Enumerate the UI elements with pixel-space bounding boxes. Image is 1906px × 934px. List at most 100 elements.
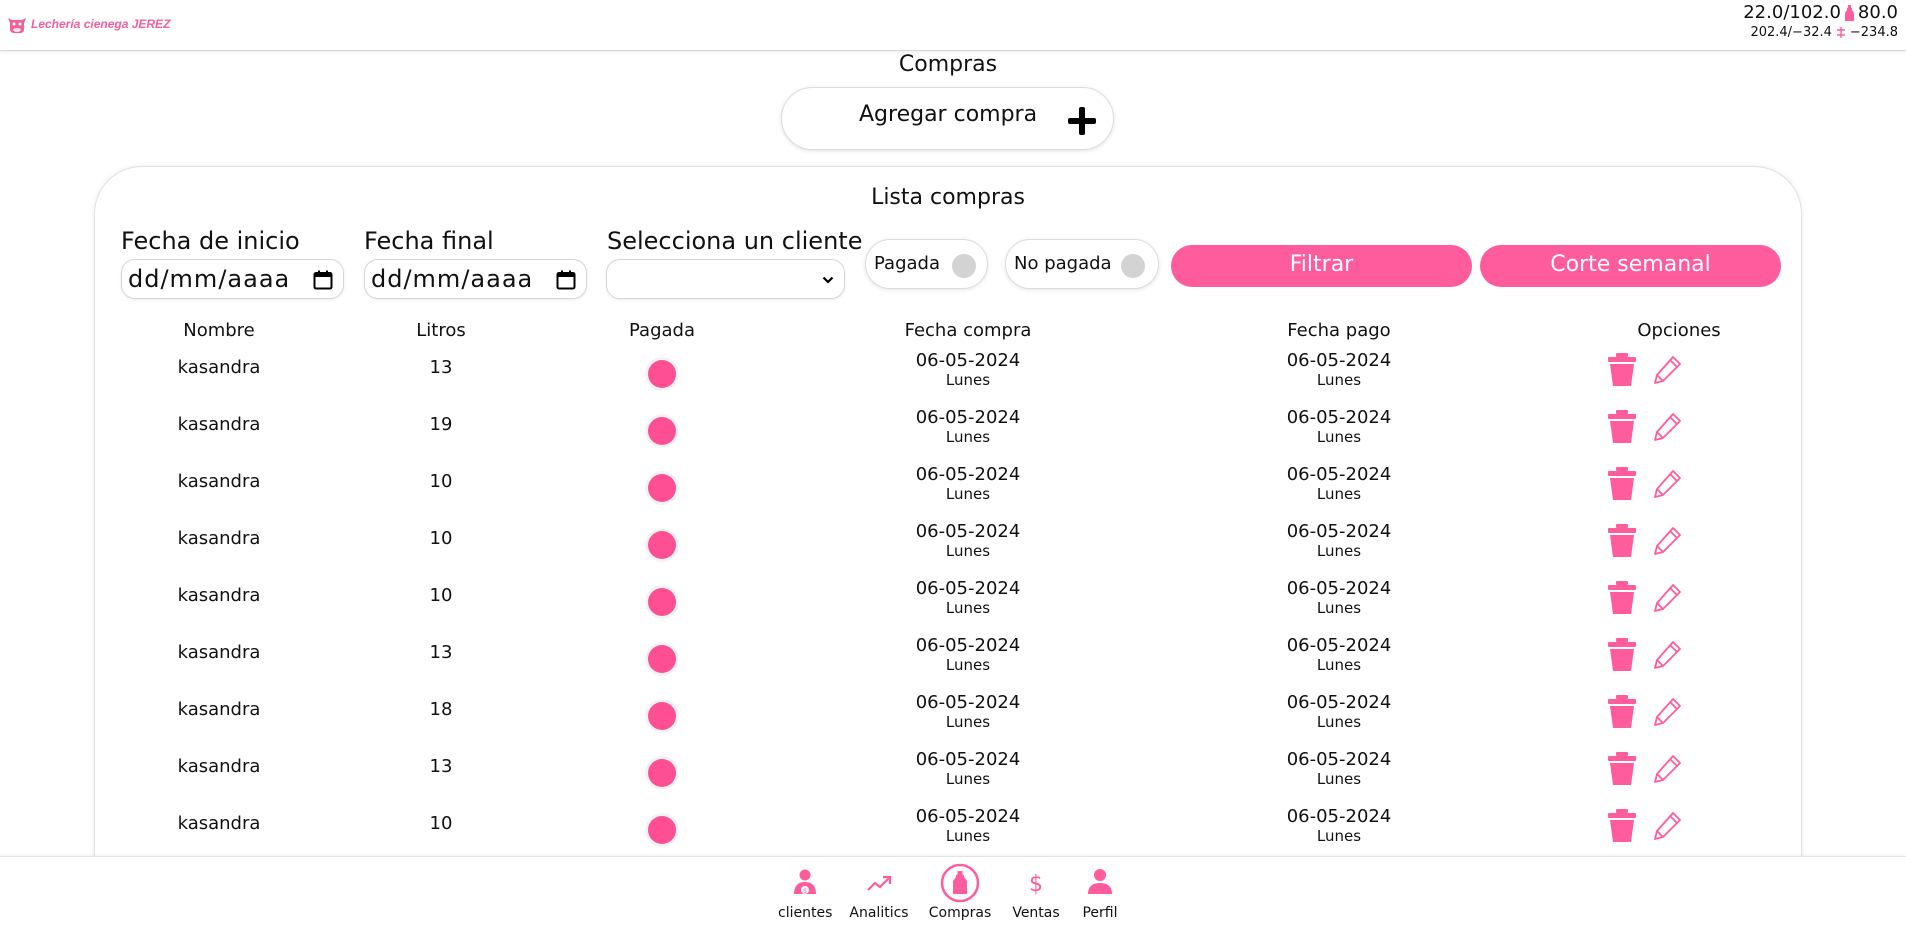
purchase-day: Lunes (945, 713, 991, 731)
cell-fecha-compra: 06-05-2024 Lunes (868, 693, 1068, 732)
cell-fecha-compra: 06-05-2024 Lunes (868, 635, 1068, 675)
payment-date: 06-05-2024 (1286, 692, 1392, 713)
table-row: kasandra 18 06-05-2024 Lunes 06-05-2024 … (95, 693, 1801, 750)
table-row: kasandra 13 06-05-2024 Lunes 06-05-2024 … (95, 750, 1801, 807)
edit-pencil-icon[interactable] (1651, 354, 1683, 386)
cell-fecha-compra: 06-05-2024 Lunes (868, 750, 1068, 789)
column-header-fecha-compra: Fecha compra (904, 320, 1032, 341)
unpaid-toggle[interactable]: No pagada (1005, 239, 1159, 289)
purchase-date: 06-05-2024 (915, 806, 1021, 827)
trash-icon[interactable] (1607, 638, 1637, 672)
paid-status-dot[interactable] (648, 645, 676, 673)
table-row: kasandra 10 06-05-2024 Lunes 06-05-2024 … (95, 522, 1801, 579)
trash-icon[interactable] (1607, 809, 1637, 843)
paid-status-dot[interactable] (648, 588, 676, 616)
purchase-date: 06-05-2024 (915, 635, 1021, 656)
cow-logo-icon (8, 18, 26, 33)
end-date-input[interactable]: dd/mm/aaaa (364, 259, 587, 299)
nav-item-compras[interactable]: Compras (926, 863, 994, 921)
table-row: kasandra 13 06-05-2024 Lunes 06-05-2024 … (95, 351, 1801, 408)
cell-litros: 10 (429, 585, 453, 606)
client-select[interactable] (606, 259, 845, 299)
cell-fecha-pago: 06-05-2024 Lunes (1239, 408, 1439, 447)
edit-pencil-icon[interactable] (1651, 582, 1683, 614)
edit-pencil-icon[interactable] (1651, 696, 1683, 728)
brand-logo[interactable]: Lechería cienega JEREZ (6, 12, 170, 36)
table-row: kasandra 10 06-05-2024 Lunes 06-05-2024 … (95, 465, 1801, 522)
unpaid-toggle-label: No pagada (1014, 253, 1112, 274)
brand-name: Lechería cienega JEREZ (31, 17, 171, 31)
cell-nombre: kasandra (177, 699, 261, 720)
purchase-date: 06-05-2024 (915, 464, 1021, 485)
calendar-icon[interactable] (313, 270, 333, 290)
purchase-day: Lunes (945, 656, 991, 674)
start-date-input[interactable]: dd/mm/aaaa (121, 259, 344, 299)
nav-item-clientes[interactable]: $ clientes (778, 863, 832, 921)
trash-icon[interactable] (1607, 353, 1637, 387)
stats-line-1-value: 80.0 (1857, 2, 1898, 23)
trash-icon[interactable] (1607, 695, 1637, 729)
nav-label-analitics: Analitics (849, 905, 909, 921)
stats-line-2-value: −234.8 (1849, 25, 1898, 40)
trash-icon[interactable] (1607, 524, 1637, 558)
cell-fecha-compra: 06-05-2024 Lunes (868, 578, 1068, 618)
nav-item-perfil[interactable]: Perfil (1076, 863, 1124, 921)
cell-fecha-pago: 06-05-2024 Lunes (1239, 522, 1439, 561)
end-date-label: Fecha final (364, 227, 494, 255)
payment-day: Lunes (1316, 599, 1362, 617)
chevron-down-icon (822, 276, 834, 284)
payment-date: 06-05-2024 (1286, 578, 1392, 599)
payment-day: Lunes (1316, 371, 1362, 389)
edit-pencil-icon[interactable] (1651, 411, 1683, 443)
purchases-list-card: Lista compras Fecha de inicio dd/mm/aaaa… (94, 166, 1802, 934)
purchase-day: Lunes (945, 485, 991, 503)
payment-date: 06-05-2024 (1286, 635, 1392, 656)
nav-label-compras: Compras (928, 905, 992, 921)
bottle-icon (940, 863, 980, 903)
column-header-nombre: Nombre (183, 320, 255, 341)
coin-drop-icon (1836, 27, 1845, 38)
add-purchase-button[interactable]: Agregar compra (781, 87, 1114, 150)
paid-status-dot[interactable] (648, 474, 676, 502)
cell-nombre: kasandra (177, 756, 261, 777)
trash-icon[interactable] (1607, 410, 1637, 444)
calendar-icon[interactable] (556, 270, 576, 290)
payment-date: 06-05-2024 (1286, 749, 1392, 770)
payment-day: Lunes (1316, 485, 1362, 503)
purchase-date: 06-05-2024 (915, 521, 1021, 542)
page-title: Compras (898, 52, 998, 77)
edit-pencil-icon[interactable] (1651, 753, 1683, 785)
edit-pencil-icon[interactable] (1651, 810, 1683, 842)
edit-pencil-icon[interactable] (1651, 639, 1683, 671)
trash-icon[interactable] (1607, 752, 1637, 786)
payment-day: Lunes (1316, 428, 1362, 446)
cell-nombre: kasandra (177, 642, 261, 663)
unpaid-toggle-dot (1121, 254, 1145, 278)
paid-status-dot[interactable] (648, 759, 676, 787)
trash-icon[interactable] (1607, 581, 1637, 615)
edit-pencil-icon[interactable] (1651, 468, 1683, 500)
start-date-value: dd/mm/aaaa (128, 265, 291, 293)
paid-toggle[interactable]: Pagada (865, 239, 988, 289)
cell-nombre: kasandra (177, 528, 261, 549)
cell-fecha-pago: 06-05-2024 Lunes (1239, 807, 1439, 846)
purchase-date: 06-05-2024 (915, 578, 1021, 599)
edit-pencil-icon[interactable] (1651, 525, 1683, 557)
purchase-date: 06-05-2024 (915, 407, 1021, 428)
paid-status-dot[interactable] (648, 360, 676, 388)
paid-status-dot[interactable] (648, 816, 676, 844)
filter-button[interactable]: Filtrar (1171, 245, 1472, 287)
svg-text:$: $ (803, 888, 807, 895)
nav-item-analitics[interactable]: Analitics (849, 863, 909, 921)
paid-status-dot[interactable] (648, 702, 676, 730)
cell-fecha-pago: 06-05-2024 Lunes (1239, 351, 1439, 390)
trash-icon[interactable] (1607, 467, 1637, 501)
paid-status-dot[interactable] (648, 531, 676, 559)
payment-day: Lunes (1316, 656, 1362, 674)
trend-icon (867, 875, 892, 891)
nav-item-ventas[interactable]: $ Ventas (1009, 863, 1063, 921)
column-header-fecha-pago: Fecha pago (1287, 320, 1391, 341)
purchase-date: 06-05-2024 (915, 350, 1021, 371)
weekly-cut-button[interactable]: Corte semanal (1480, 245, 1781, 287)
paid-status-dot[interactable] (648, 417, 676, 445)
